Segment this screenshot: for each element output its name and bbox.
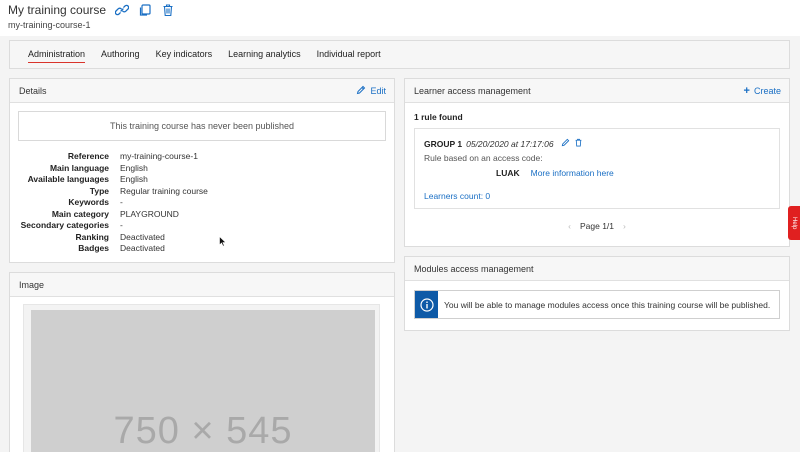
image-header: Image [10, 273, 394, 297]
detail-key-keywords: Keywords [68, 197, 109, 207]
image-frame: 750 × 545 [23, 304, 380, 452]
rule-code-row: LUAK More information here [424, 168, 770, 178]
title-row: My training course [8, 3, 175, 17]
details-panel: Details Edit This training course has ne… [9, 78, 395, 263]
help-tab[interactable]: Help [788, 206, 800, 240]
link-icon[interactable] [114, 3, 130, 17]
plus-icon: + [743, 84, 750, 97]
publish-notice: This training course has never been publ… [18, 111, 386, 141]
trash-icon[interactable] [161, 3, 175, 17]
tab-individual-report[interactable]: Individual report [317, 40, 381, 69]
detail-key-secondary-categories: Secondary categories [20, 220, 109, 230]
detail-key-available-languages: Available languages [27, 174, 109, 184]
access-code: LUAK [496, 168, 520, 178]
prev-page-button[interactable]: ‹ [568, 221, 571, 231]
detail-key-main-category: Main category [51, 208, 109, 219]
rule-group-name: GROUP 1 [424, 138, 463, 149]
image-placeholder[interactable]: 750 × 545 [31, 310, 375, 452]
detail-value-main-language: English [120, 162, 148, 173]
page-subtitle: my-training-course-1 [8, 20, 91, 30]
learners-count-link[interactable]: Learners count: 0 [424, 191, 770, 201]
modules-access-header: Modules access management [405, 257, 789, 281]
tab-administration[interactable]: Administration [28, 40, 86, 69]
page-header: My training course my-training-course-1 [0, 0, 800, 36]
rule-description: Rule based on an access code: [424, 153, 543, 163]
tab-bar: Administration Authoring Key indicators … [9, 40, 790, 69]
tab-learning-analytics[interactable]: Learning analytics [228, 40, 301, 69]
detail-key-main-language: Main language [49, 162, 109, 173]
tab-key-indicators[interactable]: Key indicators [156, 40, 213, 69]
info-icon [415, 291, 438, 318]
page-title: My training course [8, 3, 107, 17]
detail-value-keywords: - [120, 197, 123, 207]
detail-key-ranking: Ranking [75, 231, 109, 242]
detail-value-reference: my-training-course-1 [120, 151, 198, 161]
detail-key-badges: Badges [78, 243, 109, 253]
details-list: Reference my-training-course-1 Main lang… [10, 151, 394, 253]
detail-value-type: Regular training course [120, 185, 208, 196]
rule-date: 05/20/2020 at 17:17:06 [466, 138, 554, 149]
mouse-cursor-icon [219, 235, 227, 249]
create-label: Create [753, 85, 781, 96]
detail-value-main-category: PLAYGROUND [120, 208, 179, 219]
trash-icon[interactable] [574, 138, 583, 149]
image-title: Image [19, 279, 45, 290]
modules-info-alert: You will be able to manage modules acces… [414, 290, 780, 319]
learner-access-header: Learner access management + Create [405, 79, 789, 103]
modules-access-title: Modules access management [414, 263, 534, 274]
details-header: Details Edit [10, 79, 394, 103]
modules-info-text: You will be able to manage modules acces… [444, 299, 771, 310]
rules-count: 1 rule found [414, 112, 463, 122]
details-title: Details [19, 85, 47, 96]
copy-icon[interactable] [138, 3, 152, 17]
detail-key-type: Type [89, 185, 109, 196]
edit-button[interactable]: Edit [356, 85, 386, 97]
placeholder-size-text: 750 × 545 [113, 410, 293, 452]
learner-access-title: Learner access management [414, 85, 531, 96]
detail-value-badges: Deactivated [120, 243, 165, 253]
pagination: ‹ Page 1/1 › [405, 221, 789, 231]
rule-card: GROUP 1 05/20/2020 at 17:17:06 Rule base… [414, 128, 780, 209]
modules-access-panel: Modules access management You will be ab… [404, 256, 790, 331]
learner-access-panel: Learner access management + Create 1 rul… [404, 78, 790, 247]
detail-value-secondary-categories: - [120, 220, 123, 230]
pencil-icon[interactable] [561, 138, 570, 149]
edit-label: Edit [370, 85, 386, 96]
create-button[interactable]: + Create [744, 85, 781, 97]
image-panel: Image 750 × 545 [9, 272, 395, 452]
detail-value-available-languages: English [120, 174, 148, 184]
tab-authoring[interactable]: Authoring [101, 40, 140, 69]
page-indicator: Page 1/1 [579, 221, 615, 231]
more-info-link[interactable]: More information here [531, 168, 614, 178]
next-page-button[interactable]: › [623, 221, 626, 231]
pencil-icon [356, 85, 366, 97]
rule-title: GROUP 1 05/20/2020 at 17:17:06 [424, 138, 770, 149]
detail-value-ranking: Deactivated [120, 231, 165, 242]
detail-key-reference: Reference [67, 151, 109, 161]
